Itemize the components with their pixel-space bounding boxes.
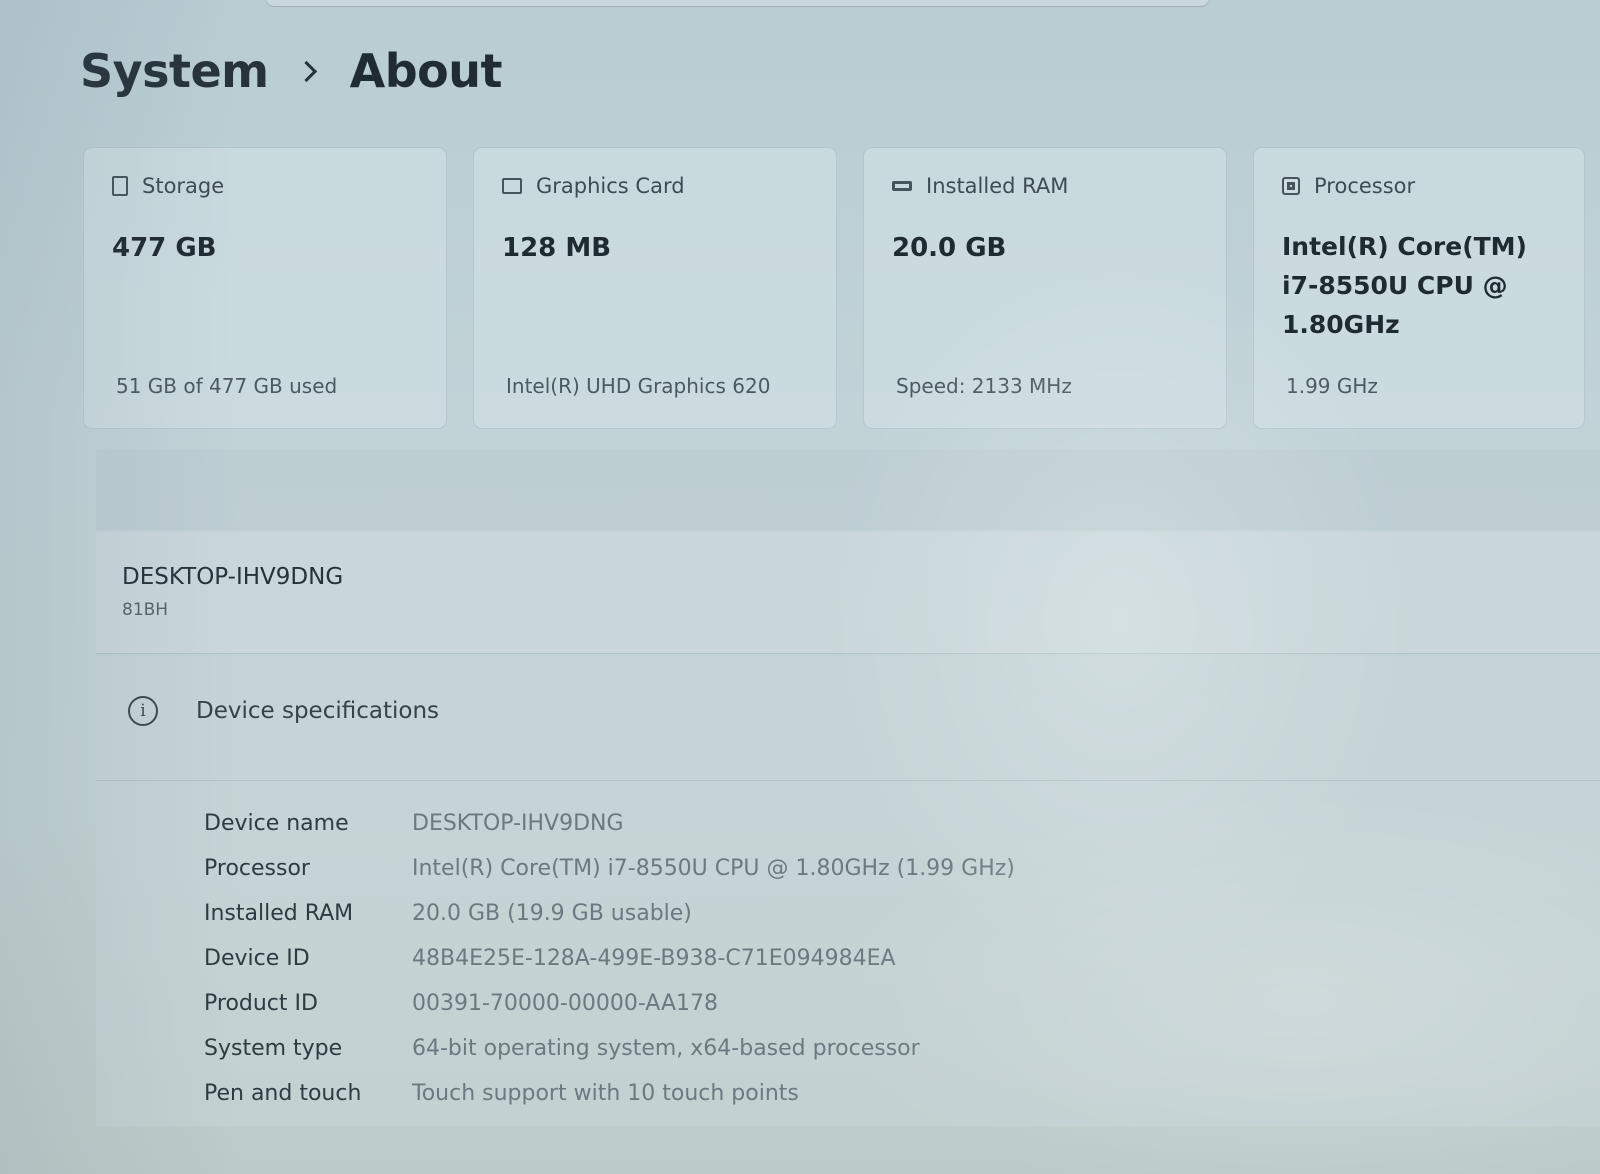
card-subtext: Speed: 2133 MHz xyxy=(896,374,1072,398)
storage-icon xyxy=(112,176,128,196)
page-title: System About xyxy=(80,44,503,98)
spec-row-device-name: Device name DESKTOP-IHV9DNG xyxy=(204,801,1015,846)
card-value: 477 GB xyxy=(112,233,217,263)
spec-value[interactable]: DESKTOP-IHV9DNG xyxy=(412,811,624,836)
chevron-right-icon xyxy=(295,60,317,82)
spec-list: Device name DESKTOP-IHV9DNG Processor In… xyxy=(204,801,1015,1116)
ram-icon xyxy=(892,181,912,191)
spec-value[interactable]: 48B4E25E-128A-499E-B938-C71E094984EA xyxy=(412,946,896,971)
device-specifications-panel: i Device specifications Device name DESK… xyxy=(96,656,1600,1126)
section-spacer xyxy=(96,450,1600,530)
spec-value[interactable]: 20.0 GB (19.9 GB usable) xyxy=(412,901,692,926)
card-label: Installed RAM xyxy=(926,174,1069,198)
card-value: 20.0 GB xyxy=(892,233,1007,263)
processor-card[interactable]: Processor Intel(R) Core(TM) i7-8550U CPU… xyxy=(1254,148,1584,428)
spec-row-installed-ram: Installed RAM 20.0 GB (19.9 GB usable) xyxy=(204,891,1015,936)
spec-row-product-id: Product ID 00391-70000-00000-AA178 xyxy=(204,981,1015,1026)
spec-value[interactable]: 00391-70000-00000-AA178 xyxy=(412,991,718,1016)
spec-label: System type xyxy=(204,1036,343,1061)
divider xyxy=(96,780,1600,781)
spec-value[interactable]: Intel(R) Core(TM) i7-8550U CPU @ 1.80GHz… xyxy=(412,856,1015,881)
spec-label: Processor xyxy=(204,856,310,881)
spec-label: Device name xyxy=(204,811,349,836)
spec-label: Device ID xyxy=(204,946,310,971)
spec-value[interactable]: Touch support with 10 touch points xyxy=(412,1081,799,1106)
spec-row-pen-and-touch: Pen and touch Touch support with 10 touc… xyxy=(204,1071,1015,1116)
device-specifications-header[interactable]: i Device specifications xyxy=(128,696,439,726)
device-model: 81BH xyxy=(122,600,169,620)
processor-icon xyxy=(1282,177,1300,195)
card-subtext: 51 GB of 477 GB used xyxy=(116,374,338,398)
card-header: Processor xyxy=(1282,174,1556,198)
spec-row-device-id: Device ID 48B4E25E-128A-499E-B938-C71E09… xyxy=(204,936,1015,981)
top-search-bar-edge xyxy=(265,0,1210,6)
graphics-card-icon xyxy=(502,178,522,194)
breadcrumb-system[interactable]: System xyxy=(80,44,269,98)
installed-ram-card[interactable]: Installed RAM 20.0 GB Speed: 2133 MHz xyxy=(864,148,1226,428)
card-value: Intel(R) Core(TM) i7-8550U CPU @ 1.80GHz xyxy=(1282,232,1527,339)
device-specifications-title: Device specifications xyxy=(196,698,440,724)
card-header: Installed RAM xyxy=(892,174,1198,198)
card-header: Storage xyxy=(112,174,418,198)
spec-label: Pen and touch xyxy=(204,1081,362,1106)
spec-row-processor: Processor Intel(R) Core(TM) i7-8550U CPU… xyxy=(204,846,1015,891)
spec-value[interactable]: 64-bit operating system, x64-based proce… xyxy=(412,1036,920,1061)
device-name: DESKTOP-IHV9DNG xyxy=(122,564,344,590)
spec-label: Installed RAM xyxy=(204,901,354,926)
card-subtext: Intel(R) UHD Graphics 620 xyxy=(506,374,771,398)
info-icon: i xyxy=(128,696,158,726)
graphics-card-card[interactable]: Graphics Card 128 MB Intel(R) UHD Graphi… xyxy=(474,148,836,428)
card-value: 128 MB xyxy=(502,233,612,263)
device-name-panel: DESKTOP-IHV9DNG 81BH xyxy=(96,532,1600,654)
card-label: Storage xyxy=(142,174,225,198)
card-subtext: 1.99 GHz xyxy=(1286,374,1378,398)
card-label: Processor xyxy=(1314,174,1416,198)
spec-label: Product ID xyxy=(204,991,318,1016)
breadcrumb-about: About xyxy=(349,44,503,98)
card-header: Graphics Card xyxy=(502,174,808,198)
storage-card[interactable]: Storage 477 GB 51 GB of 477 GB used xyxy=(84,148,446,428)
spec-row-system-type: System type 64-bit operating system, x64… xyxy=(204,1026,1015,1071)
spec-cards: Storage 477 GB 51 GB of 477 GB used Grap… xyxy=(84,148,1584,428)
card-label: Graphics Card xyxy=(536,174,685,198)
